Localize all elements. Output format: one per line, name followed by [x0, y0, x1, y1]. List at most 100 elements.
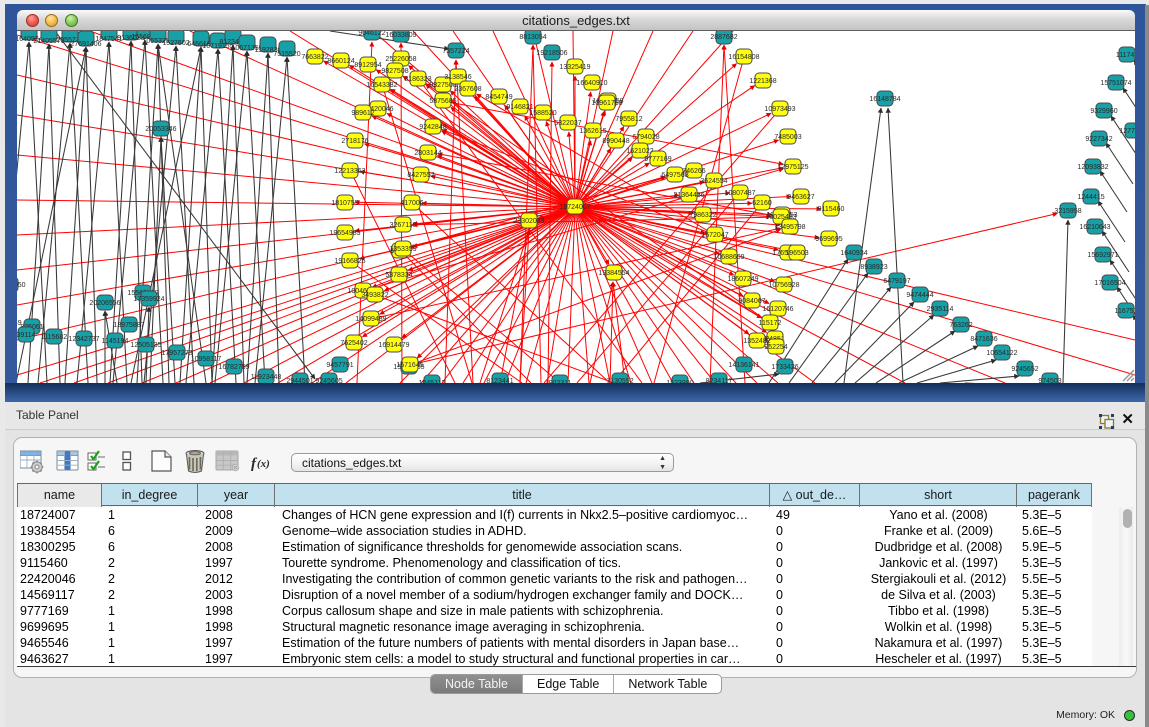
svg-text:9084067: 9084067: [738, 298, 765, 305]
svg-text:7986322: 7986322: [689, 212, 716, 219]
svg-text:7357224: 7357224: [442, 48, 469, 55]
svg-text:2803144: 2803144: [414, 150, 441, 157]
svg-text:19218506: 19218506: [536, 50, 567, 57]
svg-text:1362615: 1362615: [579, 128, 606, 135]
svg-text:14136141: 14136141: [728, 362, 759, 369]
svg-text:763262: 763262: [949, 322, 972, 329]
svg-text:6794028: 6794028: [632, 134, 659, 141]
svg-text:23302033: 23302033: [513, 218, 544, 225]
svg-text:2935114: 2935114: [927, 306, 954, 313]
svg-text:9115460: 9115460: [818, 206, 845, 213]
svg-text:5875685: 5875685: [429, 98, 456, 105]
svg-text:20206556: 20206556: [89, 300, 120, 307]
svg-text:9777169: 9777169: [644, 156, 671, 163]
svg-text:9227342: 9227342: [1085, 136, 1112, 143]
svg-text:1640934: 1640934: [840, 250, 867, 257]
svg-text:15751074: 15751074: [1100, 80, 1131, 87]
svg-text:16543382: 16543382: [366, 82, 397, 89]
svg-text:12505135: 12505135: [130, 342, 161, 349]
svg-text:2944501: 2944501: [286, 378, 313, 383]
svg-text:3915049: 3915049: [17, 320, 22, 327]
svg-text:8660124: 8660124: [327, 58, 354, 65]
svg-text:1588520: 1588520: [529, 110, 556, 117]
svg-text:16033809: 16033809: [385, 32, 416, 39]
svg-text:1352482: 1352482: [743, 338, 770, 345]
svg-text:18607249: 18607249: [727, 276, 758, 283]
svg-text:17359924: 17359924: [133, 296, 164, 303]
svg-text:8471636: 8471636: [970, 336, 997, 343]
svg-text:1810755: 1810755: [331, 200, 358, 207]
svg-text:19384554: 19384554: [598, 270, 629, 277]
svg-text:8123441: 8123441: [486, 378, 513, 383]
svg-text:7130552: 7130552: [606, 378, 633, 383]
svg-text:1244415: 1244415: [1077, 194, 1104, 201]
svg-text:12093832: 12093832: [1077, 164, 1108, 171]
svg-text:25266050: 25266050: [17, 282, 26, 289]
svg-text:902311: 902311: [549, 380, 572, 383]
svg-text:11923448: 11923448: [251, 374, 282, 381]
svg-text:1527602: 1527602: [162, 40, 189, 47]
svg-text:115172: 115172: [759, 320, 782, 327]
svg-text:1733426: 1733426: [771, 364, 798, 371]
svg-text:1277401: 1277401: [1119, 128, 1135, 135]
svg-text:9699695: 9699695: [815, 236, 842, 243]
svg-text:10958117: 10958117: [191, 356, 222, 363]
svg-text:6497568: 6497568: [661, 172, 688, 179]
svg-text:9827508: 9827508: [381, 68, 408, 75]
svg-text:1221368: 1221368: [749, 78, 776, 85]
svg-text:18724007: 18724007: [559, 204, 590, 211]
svg-text:111741: 111741: [1116, 52, 1135, 59]
svg-text:39114: 39114: [17, 332, 36, 339]
svg-text:9245605: 9245605: [315, 378, 342, 383]
svg-text:1353359: 1353359: [389, 246, 416, 253]
svg-text:16640910: 16640910: [576, 80, 607, 87]
svg-text:8427552: 8427552: [407, 172, 434, 179]
svg-text:13495798: 13495798: [774, 224, 805, 231]
svg-text:9245652: 9245652: [1011, 366, 1038, 373]
svg-text:13975887: 13975887: [113, 322, 144, 329]
svg-text:1572047: 1572047: [701, 232, 728, 239]
svg-text:10654122: 10654122: [986, 350, 1017, 357]
svg-text:3624554: 3624554: [700, 178, 727, 185]
svg-text:5322037: 5322037: [554, 120, 581, 127]
svg-text:3138546: 3138546: [444, 74, 471, 81]
svg-text:8813054: 8813054: [519, 34, 546, 41]
svg-text:14099489: 14099489: [355, 316, 386, 323]
svg-text:9457791: 9457791: [326, 362, 353, 369]
svg-text:8454749: 8454749: [485, 94, 512, 101]
svg-text:2367608: 2367608: [454, 86, 481, 93]
svg-text:9329960: 9329960: [1090, 108, 1117, 115]
svg-text:15692971: 15692971: [1087, 252, 1118, 259]
svg-text:7625402: 7625402: [340, 340, 367, 347]
svg-text:16154808: 16154808: [728, 54, 759, 61]
svg-text:7955812: 7955812: [615, 116, 642, 123]
svg-text:62160: 62160: [752, 200, 772, 207]
svg-text:16914479: 16914479: [378, 342, 409, 349]
svg-text:21364436: 21364436: [673, 192, 704, 199]
svg-text:10807487: 10807487: [724, 190, 755, 197]
svg-text:16148784: 16148784: [869, 96, 900, 103]
svg-text:10973493: 10973493: [764, 106, 795, 113]
svg-text:10756928: 10756928: [768, 282, 799, 289]
svg-text:16782759: 16782759: [218, 364, 249, 371]
svg-text:6479197: 6479197: [883, 278, 910, 285]
svg-text:1045112: 1045112: [419, 380, 446, 383]
svg-text:12342737: 12342737: [68, 336, 99, 343]
svg-text:7485003: 7485003: [774, 134, 801, 141]
svg-text:19166825: 19166825: [334, 258, 365, 265]
svg-text:974503: 974503: [1038, 378, 1061, 383]
svg-text:9463627: 9463627: [787, 194, 814, 201]
svg-text:8912954: 8912954: [354, 62, 381, 69]
svg-text:5878334: 5878334: [385, 272, 412, 279]
svg-text:9242848: 9242848: [419, 124, 446, 131]
svg-text:3215958: 3215958: [1054, 208, 1081, 215]
svg-text:10961768: 10961768: [591, 100, 622, 107]
svg-text:3267110: 3267110: [390, 222, 417, 229]
svg-text:13325419: 13325419: [559, 64, 590, 71]
svg-text:8186323: 8186323: [404, 76, 431, 83]
svg-text:9046122: 9046122: [358, 31, 385, 37]
svg-text:2887682: 2887682: [710, 34, 737, 41]
svg-text:20053346: 20053346: [145, 126, 176, 133]
svg-text:17957273: 17957273: [161, 350, 192, 357]
svg-text:25226058: 25226058: [385, 56, 416, 63]
